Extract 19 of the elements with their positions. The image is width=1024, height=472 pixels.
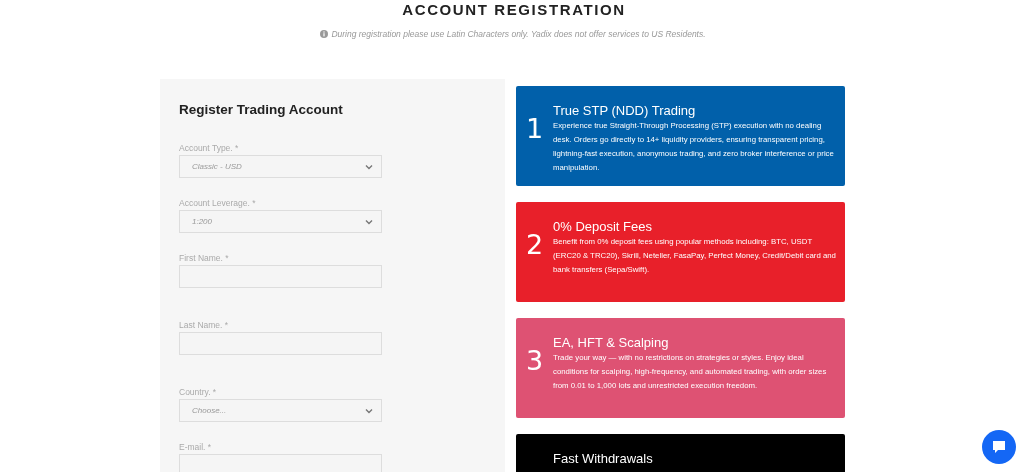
field-label: First Name. *: [179, 253, 229, 263]
field-label: E-mail. *: [179, 442, 212, 452]
feature-number: 3: [526, 344, 545, 378]
feature-number: 1: [526, 112, 545, 146]
field-label: Last Name. *: [179, 320, 229, 330]
feature-title: Fast Withdrawals: [553, 450, 654, 467]
page-title: ACCOUNT REGISTRATION: [401, 1, 627, 19]
feature-title: EA, HFT & Scalping: [553, 334, 670, 351]
field-label: Account Type. *: [179, 143, 239, 153]
field-label: Country. *: [179, 387, 217, 397]
select-field[interactable]: Classic - USD: [179, 155, 382, 178]
feature-title: 0% Deposit Fees: [553, 218, 653, 235]
feature-title: True STP (NDD) Trading: [553, 102, 697, 119]
form-title: Register Trading Account: [179, 102, 343, 117]
feature-number: 2: [526, 228, 545, 262]
field-label: Account Leverage. *: [179, 198, 256, 208]
select-field[interactable]: Choose...: [179, 399, 382, 422]
notice-text: During registration please use Latin Characters only. Yadix does not offer services to US Residents.: [331, 29, 706, 39]
select-field[interactable]: 1:200: [179, 210, 382, 233]
